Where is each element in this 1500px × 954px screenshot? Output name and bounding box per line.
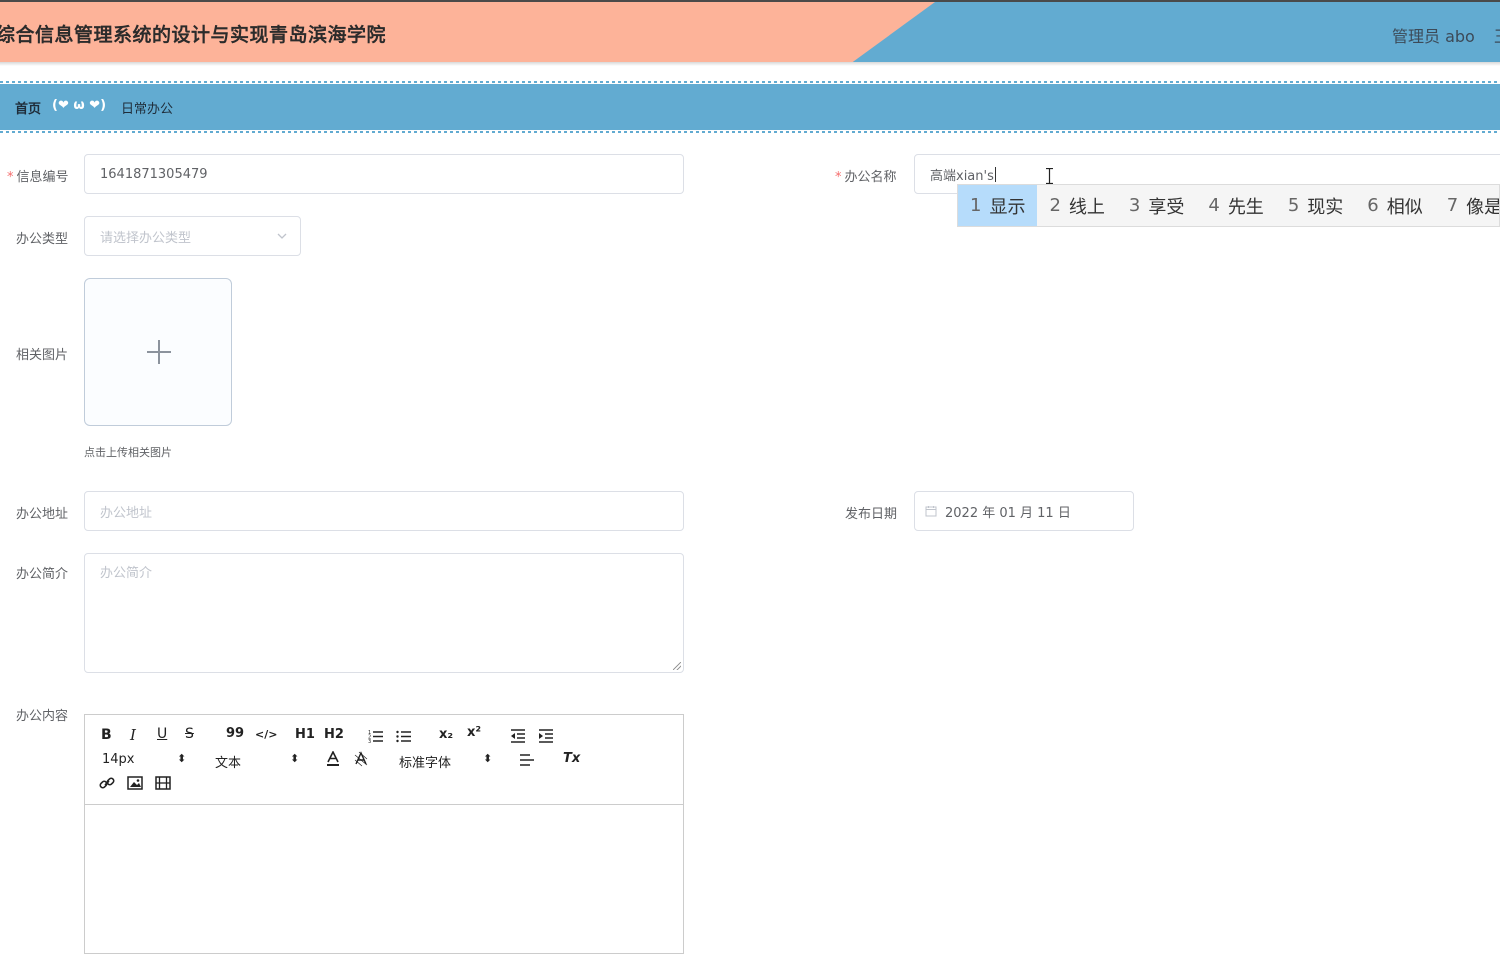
indent-icon[interactable]: [538, 729, 554, 743]
publish-date-label: 发布日期: [845, 507, 898, 522]
svg-text:3: 3: [368, 739, 371, 743]
image-label: 相关图片: [16, 348, 69, 363]
ime-candidate[interactable]: 3 享受: [1117, 185, 1196, 226]
ime-candidate[interactable]: 1 显示: [958, 185, 1038, 226]
ime-candidate-text: 先生: [1227, 196, 1264, 218]
link-icon[interactable]: [99, 776, 115, 790]
ime-candidate-number: 7: [1446, 195, 1459, 216]
subscript-button[interactable]: x₂: [439, 727, 453, 742]
office-name-label: * 办公名称: [835, 166, 897, 185]
font-family-select[interactable]: 标准字体: [399, 752, 451, 771]
logout-link[interactable]: 王: [1494, 23, 1500, 47]
ime-candidate[interactable]: 2 线上: [1037, 185, 1116, 226]
ime-candidate-number: 2: [1049, 195, 1061, 216]
ordered-list-icon[interactable]: 123: [368, 729, 384, 743]
code-button[interactable]: </>: [255, 728, 277, 741]
font-color-icon[interactable]: [326, 751, 340, 767]
resize-handle[interactable]: [673, 662, 681, 670]
video-icon[interactable]: [155, 776, 171, 790]
ibeam-cursor-icon: [1046, 168, 1053, 184]
info-no-label: * 信息编号: [7, 166, 69, 185]
superscript-button[interactable]: x²: [467, 725, 481, 740]
ime-candidate-number: 4: [1208, 195, 1220, 216]
image-upload-box[interactable]: [84, 278, 232, 426]
address-input[interactable]: 办公地址: [84, 491, 684, 531]
editor-content-area[interactable]: [85, 805, 683, 953]
ime-candidate[interactable]: 4 先生: [1196, 185, 1275, 226]
office-type-select[interactable]: 请选择办公类型: [84, 216, 301, 256]
info-no-value: 1641871305479: [100, 166, 208, 182]
image-icon[interactable]: [127, 776, 143, 790]
select-arrows-icon: ⬍: [290, 752, 300, 765]
breadcrumb-current: 日常办公: [121, 102, 174, 117]
ime-candidate-bar: 1 显示 2 线上 3 享受 4 先生 5 现实 6 相似 7 像是: [957, 184, 1500, 227]
breadcrumb-home[interactable]: 首页: [15, 98, 41, 117]
ime-candidate-text: 现实: [1307, 196, 1344, 218]
rich-text-editor: B I U S 99 </> H1 H2 123 x₂ x² 14px ⬍ 文本…: [84, 714, 684, 954]
clear-format-button[interactable]: Tx: [563, 751, 580, 766]
select-arrows-icon: ⬍: [177, 752, 187, 765]
ime-candidate-number: 1: [970, 195, 982, 216]
underline-button[interactable]: U: [157, 726, 167, 742]
strike-button[interactable]: S: [185, 726, 194, 742]
intro-label: 办公简介: [16, 567, 69, 582]
h1-button[interactable]: H1: [295, 727, 315, 742]
required-mark: *: [7, 170, 14, 185]
bold-button[interactable]: B: [101, 727, 112, 743]
office-type-label: 办公类型: [16, 232, 69, 247]
ime-candidate-number: 5: [1287, 195, 1300, 216]
editor-toolbar: B I U S 99 </> H1 H2 123 x₂ x² 14px ⬍ 文本…: [85, 715, 683, 805]
background-color-icon[interactable]: [354, 751, 368, 767]
calendar-icon: [925, 506, 937, 517]
ime-candidate[interactable]: 6 相似: [1355, 185, 1434, 226]
office-name-value: 高端xian's: [930, 168, 994, 184]
address-label: 办公地址: [16, 507, 69, 522]
top-header: 综合信息管理系统的设计与实现青岛滨海学院 管理员 abo 王: [0, 0, 1500, 62]
select-arrows-icon: ⬍: [483, 752, 493, 765]
ime-candidate-text: 线上: [1068, 196, 1105, 218]
content-label: 办公内容: [16, 709, 69, 724]
required-mark: *: [835, 170, 842, 185]
font-size-select[interactable]: 14px: [102, 752, 135, 767]
info-no-label-text: 信息编号: [16, 170, 69, 185]
h2-button[interactable]: H2: [324, 727, 344, 742]
align-icon[interactable]: [519, 753, 535, 767]
italic-button[interactable]: I: [130, 726, 136, 744]
intro-placeholder: 办公简介: [100, 566, 153, 581]
ime-candidate-text: 显示: [989, 196, 1026, 218]
info-no-input[interactable]: 1641871305479: [84, 154, 684, 194]
chevron-down-icon: [277, 233, 287, 239]
ime-candidate-text: 享受: [1148, 196, 1185, 218]
outdent-icon[interactable]: [510, 729, 526, 743]
ime-candidate-number: 6: [1367, 195, 1379, 216]
breadcrumb: 首页 (❤ ω ❤) 日常办公: [0, 81, 1500, 133]
plus-icon-vertical: [158, 340, 160, 364]
breadcrumb-separator: (❤ ω ❤): [52, 98, 107, 113]
blockquote-button[interactable]: 99: [226, 726, 244, 741]
office-type-placeholder: 请选择办公类型: [100, 230, 192, 246]
ime-candidate[interactable]: 7 像是: [1435, 185, 1500, 226]
office-name-label-text: 办公名称: [844, 170, 897, 185]
ime-candidate-number: 3: [1128, 195, 1141, 216]
bullet-list-icon[interactable]: [396, 729, 412, 743]
header-shadow: [0, 62, 1500, 66]
upload-tip: 点击上传相关图片: [84, 446, 172, 459]
text-caret: [994, 166, 996, 182]
ime-candidate[interactable]: 5 现实: [1276, 185, 1355, 226]
ime-candidate-text: 像是: [1466, 196, 1500, 218]
header-select[interactable]: 文本: [215, 752, 241, 771]
admin-user-label[interactable]: 管理员 abo: [1392, 23, 1475, 47]
intro-textarea[interactable]: 办公简介: [84, 553, 684, 673]
system-title: 综合信息管理系统的设计与实现青岛滨海学院: [0, 24, 387, 46]
ime-candidate-text: 相似: [1386, 196, 1423, 218]
publish-date-input[interactable]: 2022 年 01 月 11 日: [914, 491, 1134, 531]
address-placeholder: 办公地址: [100, 505, 153, 521]
publish-date-value: 2022 年 01 月 11 日: [945, 505, 1071, 521]
